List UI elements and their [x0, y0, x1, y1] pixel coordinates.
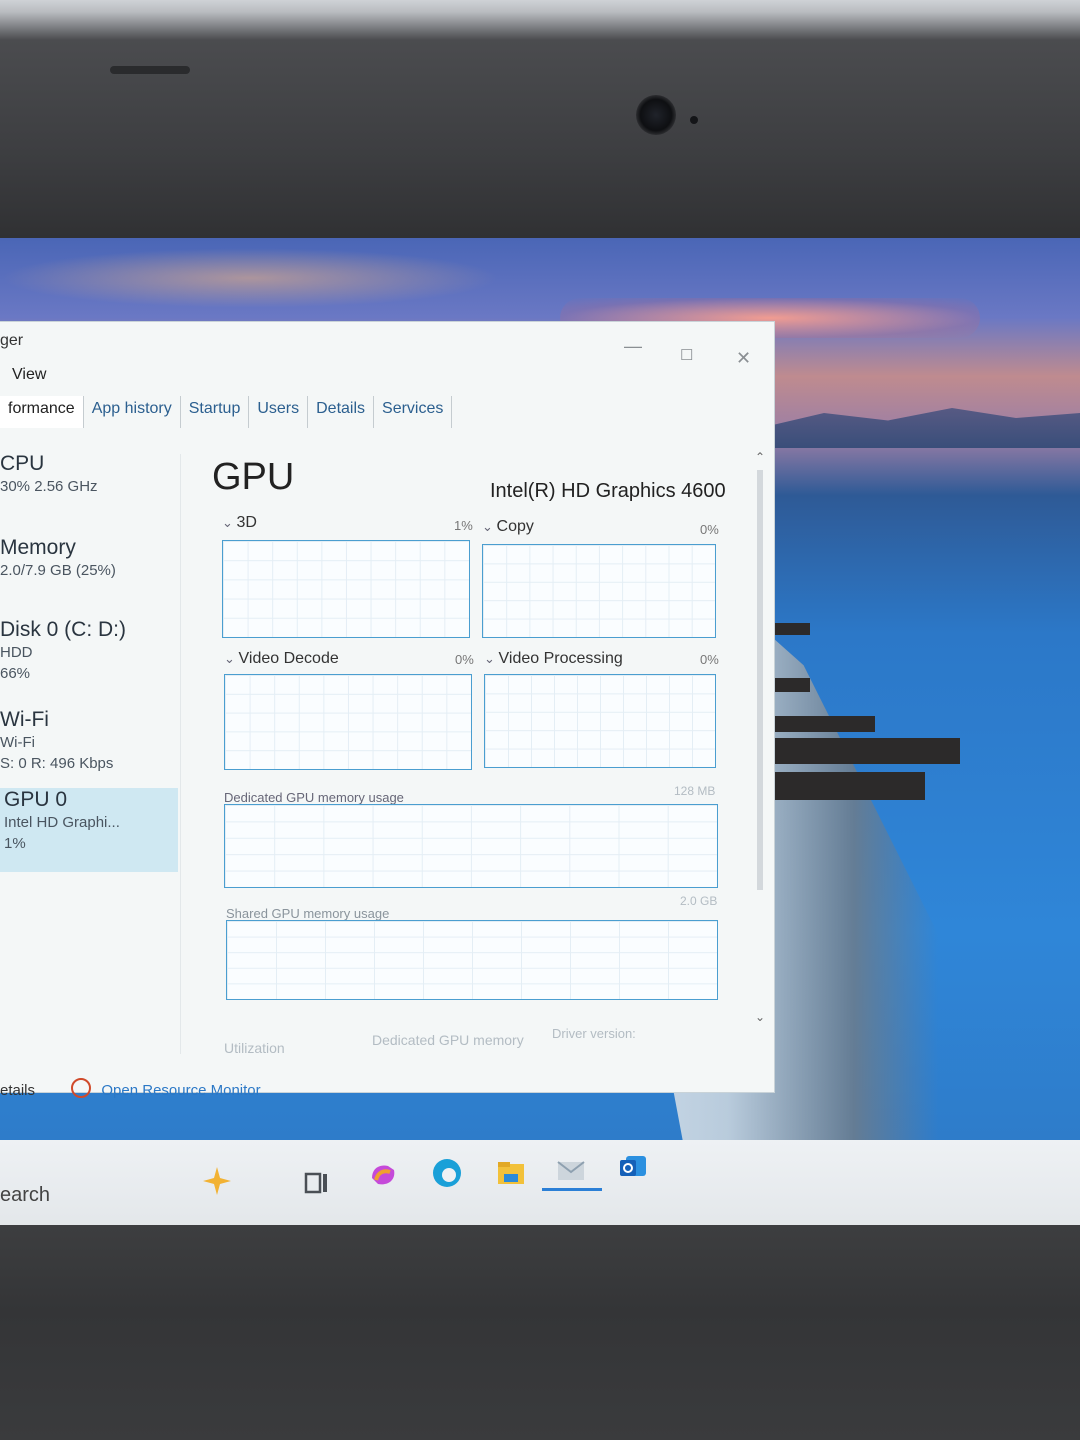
engine-label: Video Decode — [238, 650, 339, 667]
minimize-icon[interactable]: — — [624, 336, 642, 357]
edge-icon[interactable] — [430, 1156, 464, 1190]
stat-driver-version-label: Driver version: — [552, 1026, 636, 1041]
open-resource-monitor-link[interactable]: Open Resource Monitor — [101, 1082, 260, 1099]
resource-item-memory[interactable]: Memory 2.0/7.9 GB (25%) — [0, 536, 178, 581]
resource-title: Wi-Fi — [0, 708, 49, 731]
resource-detail: HDD — [0, 644, 33, 661]
task-manager-window: ger — ☐ ✕ View formance App history Star… — [0, 322, 774, 1099]
taskbar-search[interactable]: earch — [0, 1184, 50, 1207]
taskbar: earch — [0, 1140, 1080, 1228]
engine-percent: 0% — [455, 652, 474, 667]
wallpaper-pier — [775, 738, 960, 764]
window-title: ger — [0, 332, 24, 349]
resource-detail: Intel HD Graphi... — [4, 814, 120, 831]
resource-detail: 30% 2.56 GHz — [0, 478, 98, 495]
webcam — [636, 95, 676, 135]
engine-label: Copy — [496, 518, 534, 535]
engine-percent: 0% — [700, 522, 719, 537]
engine-percent: 0% — [700, 652, 719, 667]
shared-memory-max: 2.0 GB — [680, 894, 718, 908]
stat-utilization-label: Utilization — [224, 1040, 285, 1056]
active-app-indicator — [542, 1188, 602, 1191]
resource-list: CPU 30% 2.56 GHz Memory 2.0/7.9 GB (25%)… — [0, 442, 178, 1002]
graph-dedicated-memory — [224, 804, 718, 888]
webcam-led — [690, 116, 698, 124]
engine-label: 3D — [236, 514, 257, 531]
tab-users[interactable]: Users — [249, 396, 309, 428]
resource-detail: S: 0 R: 496 Kbps — [0, 755, 114, 772]
resource-title: CPU — [0, 452, 45, 475]
wallpaper-pier — [775, 678, 810, 692]
chevron-down-icon: ⌄ — [482, 519, 497, 534]
mail-icon[interactable] — [554, 1154, 588, 1188]
maximize-icon[interactable]: ☐ — [680, 346, 693, 364]
wallpaper-mountains — [760, 408, 1080, 448]
laptop-bezel-top — [0, 0, 1080, 250]
resource-title: GPU 0 — [4, 788, 68, 811]
tab-details[interactable]: Details — [308, 396, 375, 428]
tab-app-history[interactable]: App history — [84, 396, 181, 428]
copilot-icon[interactable] — [200, 1164, 234, 1198]
wallpaper-pier — [775, 716, 875, 732]
resource-detail: 66% — [0, 665, 31, 682]
resource-title: Disk 0 (C: D:) — [0, 618, 126, 641]
footer: etails Open Resource Monitor — [0, 1078, 261, 1099]
engine-selector-video-decode[interactable]: ⌄ Video Decode — [224, 650, 339, 668]
resource-item-disk[interactable]: Disk 0 (C: D:) HDD 66% — [0, 618, 178, 684]
engine-label: Video Processing — [498, 650, 623, 667]
outlook-icon[interactable] — [616, 1150, 650, 1184]
resource-detail: 1% — [4, 835, 26, 852]
resource-item-gpu[interactable]: GPU 0 Intel HD Graphi... 1% — [0, 788, 178, 872]
tab-performance[interactable]: formance — [0, 396, 84, 428]
pane-divider — [180, 454, 181, 1054]
dedicated-memory-max: 128 MB — [674, 784, 716, 798]
graph-video-decode — [224, 674, 472, 770]
file-explorer-icon[interactable] — [494, 1156, 528, 1190]
tab-strip: formance App history Startup Users Detai… — [0, 396, 453, 430]
engine-selector-video-processing[interactable]: ⌄ Video Processing — [484, 650, 623, 668]
engine-percent: 1% — [454, 518, 473, 533]
chevron-down-icon: ⌄ — [484, 651, 499, 666]
tab-startup[interactable]: Startup — [181, 396, 250, 428]
title-bar[interactable]: ger — ☐ ✕ — [0, 322, 774, 368]
menu-bar: View — [12, 366, 46, 384]
chevron-down-icon: ⌄ — [224, 651, 239, 666]
resource-item-wifi[interactable]: Wi-Fi Wi-Fi S: 0 R: 496 Kbps — [0, 708, 178, 774]
task-view-icon[interactable] — [300, 1166, 334, 1200]
tab-services[interactable]: Services — [374, 396, 453, 428]
engine-selector-3d[interactable]: ⌄ 3D — [222, 514, 257, 532]
gpu-model-name: Intel(R) HD Graphics 4600 — [490, 480, 726, 502]
menu-view[interactable]: View — [12, 366, 46, 383]
graph-3d — [222, 540, 470, 638]
scrollbar[interactable]: ⌃ ⌄ — [754, 450, 766, 1030]
resource-monitor-icon — [71, 1078, 92, 1098]
resource-detail: 2.0/7.9 GB (25%) — [0, 562, 116, 579]
close-icon[interactable]: ✕ — [736, 348, 751, 369]
chevron-down-icon[interactable]: ⌄ — [755, 1010, 765, 1024]
graph-video-processing — [484, 674, 716, 768]
scrollbar-thumb[interactable] — [757, 470, 763, 890]
fewer-details-link[interactable]: etails — [0, 1082, 35, 1099]
copilot-app-icon[interactable] — [366, 1158, 400, 1192]
wallpaper-cloud — [0, 248, 500, 308]
chevron-up-icon[interactable]: ⌃ — [755, 450, 765, 464]
resource-title: Memory — [0, 536, 76, 559]
wallpaper-pier — [775, 623, 810, 635]
resource-item-cpu[interactable]: CPU 30% 2.56 GHz — [0, 452, 178, 497]
bezel-notch — [110, 66, 190, 74]
graph-copy — [482, 544, 716, 638]
stat-dedicated-memory-label: Dedicated GPU memory — [372, 1032, 524, 1048]
page-title: GPU — [212, 456, 295, 498]
graph-shared-memory — [226, 920, 718, 1000]
shared-memory-label: Shared GPU memory usage — [226, 906, 390, 921]
wallpaper-pier — [775, 772, 925, 800]
resource-detail: Wi-Fi — [0, 734, 35, 751]
engine-selector-copy[interactable]: ⌄ Copy — [482, 518, 534, 536]
dedicated-memory-label: Dedicated GPU memory usage — [224, 790, 404, 805]
laptop-bezel-bottom — [0, 1225, 1080, 1440]
chevron-down-icon: ⌄ — [222, 515, 237, 530]
